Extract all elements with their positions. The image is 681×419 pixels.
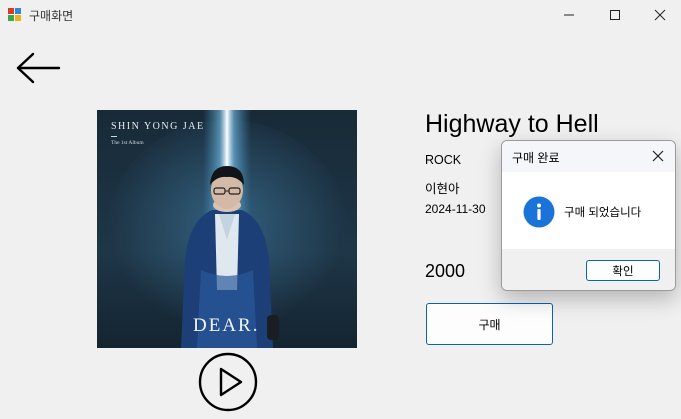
cover-artist-text: SHIN YONG JAE (111, 121, 205, 132)
dialog-message: 구매 되었습니다 (564, 207, 642, 219)
cover-title-text: DEAR. (193, 315, 260, 336)
title-bar: 구매화면 (0, 0, 681, 30)
cover-album-text: The 1st Album (111, 140, 144, 146)
song-genre: ROCK (425, 153, 462, 167)
back-button[interactable] (14, 50, 62, 86)
minimize-icon (564, 14, 574, 16)
song-release-date: 2024-11-30 (425, 202, 486, 216)
minimize-button[interactable] (546, 0, 592, 30)
cover-divider (111, 136, 117, 137)
song-artist: 이현아 (425, 182, 460, 196)
window-title: 구매화면 (29, 9, 74, 23)
close-icon (654, 9, 666, 21)
dialog-header: 구매 완료 (502, 141, 675, 172)
maximize-icon (610, 10, 620, 20)
song-title: Highway to Hell (425, 110, 599, 138)
ok-button[interactable]: 확인 (586, 260, 660, 281)
close-button[interactable] (637, 0, 681, 30)
arrow-left-icon (16, 52, 61, 84)
app-icon (8, 8, 22, 22)
play-icon (198, 352, 258, 412)
close-icon (652, 150, 664, 162)
buy-button[interactable]: 구매 (426, 303, 553, 345)
dialog-title: 구매 완료 (512, 151, 560, 165)
info-icon (523, 196, 555, 228)
dialog-close-button[interactable] (647, 146, 669, 166)
album-cover: SHIN YONG JAE The 1st Album DEAR. (97, 110, 357, 348)
purchase-complete-dialog: 구매 완료 구매 되었습니다 확인 (501, 140, 676, 291)
maximize-button[interactable] (592, 0, 638, 30)
dialog-footer: 확인 (502, 249, 675, 290)
song-price: 2000 (425, 261, 466, 281)
play-button[interactable] (198, 352, 258, 412)
